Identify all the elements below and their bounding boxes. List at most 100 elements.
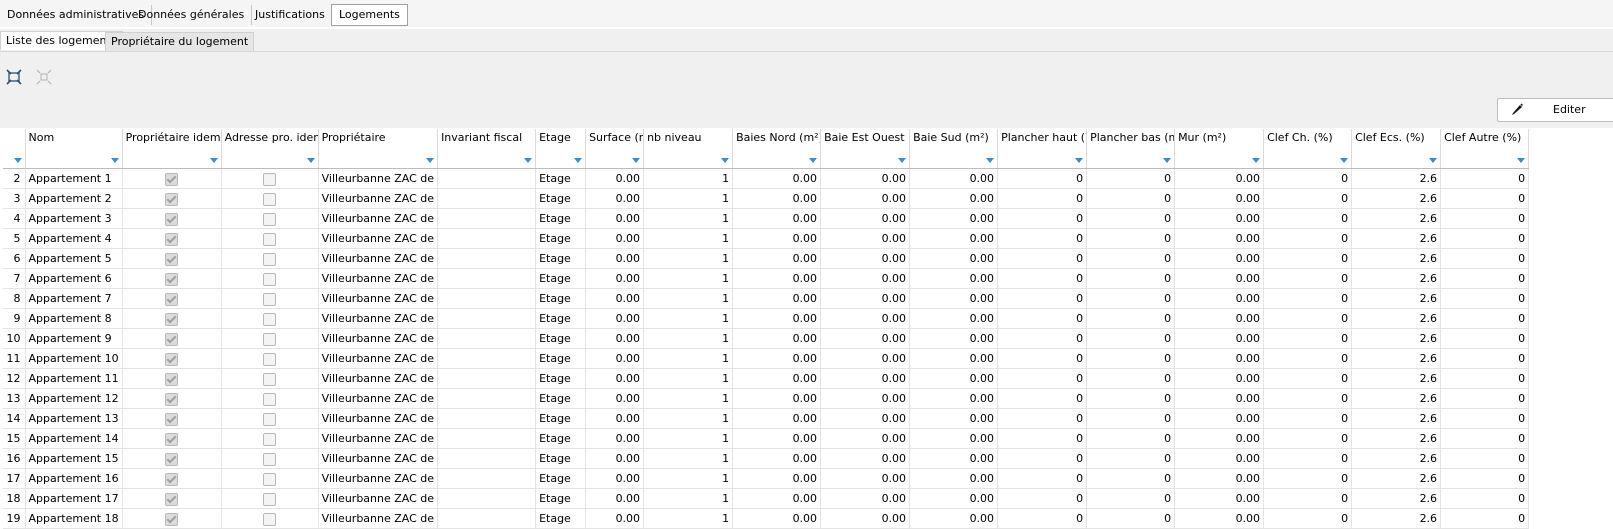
cell-invariant-fiscal[interactable] — [437, 428, 537, 449]
checkbox[interactable] — [165, 252, 179, 266]
cell-surface[interactable]: 0.00 — [585, 428, 645, 449]
row-number[interactable]: 19 — [3, 508, 26, 529]
cell-proprietaire[interactable]: Villeurbanne ZAC de — [318, 428, 439, 449]
cell-proprietaire[interactable]: Villeurbanne ZAC de — [318, 348, 439, 369]
cell-clef-ch[interactable]: 0 — [1263, 328, 1353, 349]
cell-baie-est-ouest[interactable]: 0.00 — [820, 408, 911, 429]
cell-etage[interactable]: Etage — [535, 268, 587, 289]
cell-baie-sud[interactable]: 0.00 — [909, 488, 999, 509]
cell-baie-est-ouest[interactable]: 0.00 — [820, 308, 911, 329]
cell-clef-ecs[interactable]: 2.6 — [1351, 188, 1442, 209]
cell-mur[interactable]: 0.00 — [1174, 208, 1265, 229]
cell-etage[interactable]: Etage — [535, 388, 587, 409]
checkbox[interactable] — [263, 212, 277, 226]
cell-etage[interactable]: Etage — [535, 168, 587, 189]
cell-nb-niveau[interactable]: 1 — [643, 448, 734, 469]
filter-icon[interactable] — [1429, 158, 1438, 163]
checkbox[interactable] — [165, 372, 179, 386]
cell-clef-autre[interactable]: 0 — [1440, 448, 1530, 469]
checkbox[interactable] — [165, 232, 179, 246]
cell-nb-niveau[interactable]: 1 — [643, 488, 734, 509]
checkbox[interactable] — [165, 452, 179, 466]
cell-clef-ch[interactable]: 0 — [1263, 428, 1353, 449]
cell-plancher-bas[interactable]: 0 — [1086, 208, 1176, 229]
checkbox[interactable] — [165, 332, 179, 346]
cell-baies-nord[interactable]: 0.00 — [732, 248, 822, 269]
cell-plancher-haut[interactable]: 0 — [997, 268, 1088, 289]
checkbox[interactable] — [165, 512, 179, 526]
cell-surface[interactable]: 0.00 — [585, 168, 645, 189]
column-header-baie-sud[interactable]: Baie Sud (m²) — [909, 129, 999, 169]
cell-invariant-fiscal[interactable] — [437, 468, 537, 489]
checkbox[interactable] — [263, 512, 277, 526]
cell-clef-ecs[interactable]: 2.6 — [1351, 228, 1442, 249]
cell-proprietaire[interactable]: Villeurbanne ZAC de — [318, 268, 439, 289]
cell-baie-sud[interactable]: 0.00 — [909, 308, 999, 329]
checkbox[interactable] — [263, 392, 277, 406]
tab-logements[interactable]: Logements — [331, 4, 408, 26]
cell-clef-autre[interactable]: 0 — [1440, 508, 1530, 529]
checkbox[interactable] — [263, 292, 277, 306]
column-header-proprietaire[interactable]: Propriétaire — [318, 129, 439, 169]
cell-plancher-haut[interactable]: 0 — [997, 448, 1088, 469]
table-row[interactable]: 13 Appartement 12 Villeurbanne ZAC de Etage… — [3, 388, 1530, 409]
cell-plancher-haut[interactable]: 0 — [997, 348, 1088, 369]
cell-plancher-haut[interactable]: 0 — [997, 168, 1088, 189]
cell-clef-autre[interactable]: 0 — [1440, 188, 1530, 209]
cell-plancher-bas[interactable]: 0 — [1086, 328, 1176, 349]
cell-baie-sud[interactable]: 0.00 — [909, 288, 999, 309]
cell-nb-niveau[interactable]: 1 — [643, 408, 734, 429]
checkbox[interactable] — [263, 412, 277, 426]
cell-baie-sud[interactable]: 0.00 — [909, 348, 999, 369]
cell-nom[interactable]: Appartement 15 — [25, 448, 123, 469]
table-row[interactable]: 14 Appartement 13 Villeurbanne ZAC de Etage… — [3, 408, 1530, 429]
cell-invariant-fiscal[interactable] — [437, 168, 537, 189]
row-number[interactable]: 7 — [3, 268, 26, 289]
cell-baies-nord[interactable]: 0.00 — [732, 188, 822, 209]
cell-mur[interactable]: 0.00 — [1174, 168, 1265, 189]
cell-nb-niveau[interactable]: 1 — [643, 268, 734, 289]
checkbox[interactable] — [165, 272, 179, 286]
checkbox[interactable] — [165, 212, 179, 226]
cell-plancher-haut[interactable]: 0 — [997, 368, 1088, 389]
checkbox[interactable] — [263, 432, 277, 446]
cell-mur[interactable]: 0.00 — [1174, 328, 1265, 349]
cell-nb-niveau[interactable]: 1 — [643, 228, 734, 249]
cell-baie-sud[interactable]: 0.00 — [909, 188, 999, 209]
cell-clef-ch[interactable]: 0 — [1263, 188, 1353, 209]
cell-baie-sud[interactable]: 0.00 — [909, 208, 999, 229]
cell-surface[interactable]: 0.00 — [585, 468, 645, 489]
filter-icon[interactable] — [574, 158, 583, 163]
filter-icon[interactable] — [306, 158, 315, 163]
cell-nb-niveau[interactable]: 1 — [643, 188, 734, 209]
cell-nom[interactable]: Appartement 7 — [25, 288, 123, 309]
cell-etage[interactable]: Etage — [535, 448, 587, 469]
filter-icon[interactable] — [1252, 158, 1261, 163]
cell-invariant-fiscal[interactable] — [437, 508, 537, 529]
cell-clef-ecs[interactable]: 2.6 — [1351, 308, 1442, 329]
cell-proprietaire[interactable]: Villeurbanne ZAC de — [318, 408, 439, 429]
cell-clef-autre[interactable]: 0 — [1440, 488, 1530, 509]
cell-baies-nord[interactable]: 0.00 — [732, 488, 822, 509]
cell-nom[interactable]: Appartement 8 — [25, 308, 123, 329]
cell-mur[interactable]: 0.00 — [1174, 188, 1265, 209]
column-header-clef-ch[interactable]: Clef Ch. (%) — [1263, 129, 1353, 169]
filter-icon[interactable] — [1517, 158, 1526, 163]
cell-clef-autre[interactable]: 0 — [1440, 388, 1530, 409]
checkbox[interactable] — [165, 172, 179, 186]
cell-clef-ch[interactable]: 0 — [1263, 468, 1353, 489]
cell-nom[interactable]: Appartement 13 — [25, 408, 123, 429]
cell-plancher-bas[interactable]: 0 — [1086, 228, 1176, 249]
cell-clef-ch[interactable]: 0 — [1263, 388, 1353, 409]
column-header-plancher-haut[interactable]: Plancher haut (m² — [997, 129, 1088, 169]
cell-plancher-haut[interactable]: 0 — [997, 288, 1088, 309]
cell-clef-ch[interactable]: 0 — [1263, 488, 1353, 509]
table-row[interactable]: 4 Appartement 3 Villeurbanne ZAC de Etage 0.… — [3, 208, 1530, 229]
checkbox[interactable] — [263, 312, 277, 326]
filter-icon[interactable] — [524, 158, 533, 163]
filter-icon[interactable] — [898, 158, 907, 163]
cell-surface[interactable]: 0.00 — [585, 408, 645, 429]
filter-icon[interactable] — [110, 158, 119, 163]
cell-surface[interactable]: 0.00 — [585, 368, 645, 389]
column-header-clef-ecs[interactable]: Clef Ecs. (%) — [1351, 129, 1442, 169]
